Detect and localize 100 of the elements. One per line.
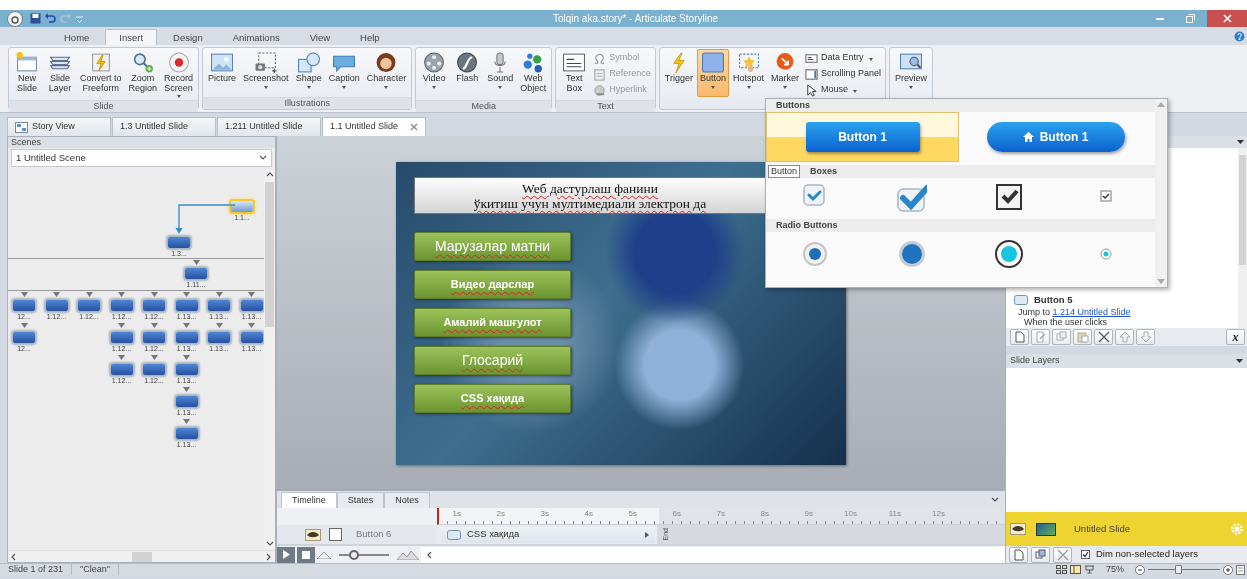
scrollbar-thumb[interactable] — [265, 182, 274, 327]
delete-button[interactable] — [1094, 329, 1113, 345]
panel-tab[interactable]: Timeline — [281, 492, 337, 508]
ribbon-button[interactable]: Shape — [292, 49, 325, 97]
slide-thumbnail[interactable] — [175, 396, 198, 407]
ribbon-button[interactable]: Button — [696, 49, 729, 97]
slide-thumbnail[interactable] — [240, 332, 263, 343]
eye-icon[interactable] — [305, 528, 321, 541]
close-icon[interactable] — [410, 123, 418, 131]
slide-thumbnail[interactable] — [110, 364, 133, 375]
slide-thumbnail[interactable] — [13, 300, 35, 311]
ribbon-button[interactable]: Text Box — [558, 49, 591, 100]
slide-thumbnail[interactable] — [175, 364, 198, 375]
eye-icon[interactable] — [1010, 523, 1026, 535]
horizontal-scrollbar[interactable] — [421, 546, 1005, 563]
close-button[interactable] — [1207, 10, 1247, 27]
ribbon-button[interactable]: Sound — [484, 49, 517, 100]
slide-thumbnail[interactable] — [175, 300, 198, 311]
slide-thumbnail[interactable] — [143, 364, 165, 375]
ribbon-button[interactable]: Web Object — [517, 49, 550, 100]
slide-link[interactable]: 1.214 Untitled Slide — [1052, 307, 1131, 317]
menu-tab[interactable]: Help — [346, 29, 394, 45]
ribbon-button[interactable]: Caption — [325, 49, 363, 97]
new-layer-button[interactable] — [1009, 546, 1028, 563]
slide-thumbnail[interactable] — [110, 300, 133, 311]
slide-thumbnail[interactable] — [78, 300, 100, 311]
customize-icon[interactable] — [75, 13, 84, 24]
slide-thumbnail[interactable] — [208, 332, 230, 343]
scene-dropdown[interactable]: 1 Untitled Scene — [11, 149, 272, 167]
ribbon-button[interactable]: Convert to Freeform — [77, 49, 125, 100]
slide-thumbnail[interactable] — [143, 332, 165, 343]
collapse-icon[interactable] — [991, 497, 999, 503]
ribbon-button[interactable]: Trigger — [661, 49, 696, 97]
slide-thumbnail[interactable] — [143, 300, 165, 311]
ribbon-button[interactable]: Flash — [451, 49, 484, 100]
ribbon-button[interactable]: Marker — [768, 49, 803, 97]
menu-tab[interactable]: Insert — [105, 29, 158, 45]
layer-row[interactable]: Untitled Slide — [1006, 512, 1247, 546]
ribbon-button[interactable]: Video — [418, 49, 451, 100]
gallery-option[interactable]: Button 1 — [766, 112, 959, 162]
vertical-scrollbar[interactable] — [1155, 99, 1167, 287]
play-button[interactable] — [277, 546, 295, 563]
slide-thumbnail[interactable] — [110, 332, 133, 343]
grid-view-icon[interactable] — [1056, 565, 1067, 574]
radio-sample[interactable] — [896, 239, 927, 269]
checkbox-sample[interactable] — [993, 181, 1024, 213]
document-tab[interactable]: 1.211 Untitled Slide — [217, 117, 321, 136]
panel-tab[interactable]: States — [336, 492, 385, 508]
slide-thumbnail[interactable] — [175, 428, 198, 439]
menu-tab[interactable]: Animations — [218, 29, 294, 45]
menu-tab[interactable]: Home — [50, 29, 104, 45]
zoom-in-icon[interactable] — [1223, 564, 1233, 575]
ribbon-button[interactable]: Slide Layer — [44, 49, 76, 100]
radio-sample[interactable] — [993, 239, 1024, 269]
duplicate-button[interactable] — [1031, 546, 1050, 563]
slide-thumbnail[interactable] — [240, 300, 263, 311]
variables-button[interactable]: x — [1226, 329, 1245, 345]
slide-thumbnail[interactable] — [13, 332, 35, 343]
document-tab[interactable]: Story View — [7, 117, 111, 136]
zoom-slider[interactable] — [339, 549, 389, 560]
fit-icon[interactable] — [1236, 564, 1245, 575]
undo-icon[interactable] — [45, 13, 56, 24]
dropdown-icon[interactable] — [1236, 359, 1243, 363]
ribbon-button[interactable]: Screenshot — [240, 49, 292, 97]
zoom-out-icon[interactable] — [1135, 564, 1145, 575]
move-down-button[interactable] — [1136, 329, 1155, 345]
zoom-slider[interactable] — [1148, 564, 1220, 575]
lock-checkbox[interactable] — [329, 528, 342, 541]
presentation-icon[interactable] — [1084, 565, 1095, 574]
document-tab[interactable]: 1.1 Untitled Slide — [322, 117, 426, 136]
ribbon-button[interactable]: Picture — [205, 49, 240, 97]
ribbon-button[interactable]: New Slide — [11, 49, 43, 100]
dropdown-icon[interactable] — [1237, 140, 1244, 144]
ribbon-button[interactable]: Record Screen — [161, 49, 197, 100]
menu-tab[interactable]: Design — [159, 29, 217, 45]
slide-thumbnail[interactable] — [185, 268, 207, 279]
scrollbar-thumb[interactable] — [131, 551, 152, 562]
menu-tab[interactable]: View — [295, 29, 345, 45]
document-tab[interactable]: 1.3 Untitled Slide — [112, 117, 216, 136]
slide-thumbnail[interactable] — [168, 237, 190, 248]
ribbon-button[interactable]: Character — [363, 49, 410, 97]
slide-thumbnail[interactable] — [175, 332, 198, 343]
vertical-scrollbar[interactable] — [264, 169, 275, 550]
stop-button[interactable] — [297, 546, 315, 563]
slide-thumbnail[interactable] — [45, 300, 68, 311]
ribbon-button[interactable]: Zoom Region — [125, 49, 161, 100]
help-icon[interactable] — [1234, 31, 1245, 42]
dim-checkbox[interactable] — [1081, 550, 1090, 559]
ribbon-button[interactable]: Scrolling Panel — [803, 67, 884, 81]
panel-tab[interactable]: Notes — [384, 492, 430, 508]
slide-thumbnail[interactable] — [231, 201, 253, 212]
vertical-scrollbar[interactable] — [1238, 148, 1247, 328]
copy-button[interactable] — [1052, 329, 1071, 345]
ribbon-button[interactable]: Data Entry — [803, 51, 884, 65]
slide-thumbnail[interactable] — [208, 300, 230, 311]
ribbon-button[interactable]: Hotspot — [730, 49, 768, 97]
ribbon-button[interactable]: Mouse — [803, 83, 884, 97]
gallery-option[interactable]: Button 1 — [959, 112, 1152, 162]
object-bar[interactable]: CSS хақида — [441, 526, 655, 543]
save-icon[interactable] — [30, 13, 41, 24]
